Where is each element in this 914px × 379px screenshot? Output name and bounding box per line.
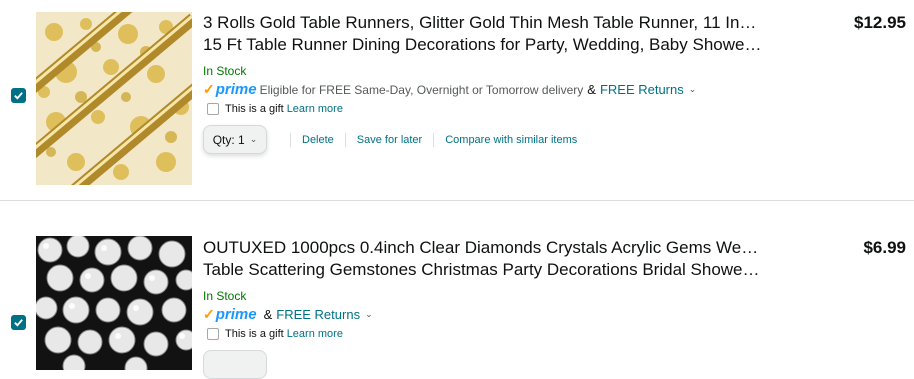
action-links: Delete Save for later Compare with simil… xyxy=(279,132,577,147)
product-image[interactable] xyxy=(36,236,192,370)
chevron-down-icon[interactable]: ⌄ xyxy=(689,84,697,95)
item-divider xyxy=(0,200,914,201)
save-for-later-link[interactable]: Save for later xyxy=(357,134,422,146)
separator xyxy=(290,132,291,147)
item-price: $12.95 xyxy=(854,13,906,32)
item-actions: Qty: 1 ⌄ Delete Save for later Compare w… xyxy=(203,125,577,154)
learn-more-link[interactable]: Learn more xyxy=(287,328,343,340)
product-title-line-1: OUTUXED 1000pcs 0.4inch Clear Diamonds C… xyxy=(203,238,763,257)
select-item-checkbox[interactable] xyxy=(11,88,26,103)
product-title-link[interactable]: OUTUXED 1000pcs 0.4inch Clear Diamonds C… xyxy=(203,237,763,281)
delete-link[interactable]: Delete xyxy=(302,134,334,146)
item-price: $6.99 xyxy=(863,238,906,257)
learn-more-link[interactable]: Learn more xyxy=(287,103,343,115)
gift-option: This is a gift Learn more xyxy=(207,328,343,340)
gift-checkbox[interactable] xyxy=(207,103,219,115)
chevron-down-icon: ⌄ xyxy=(249,134,258,144)
check-icon xyxy=(14,92,23,100)
separator xyxy=(433,132,435,147)
gift-label: This is a gift xyxy=(225,103,284,115)
gift-checkbox[interactable] xyxy=(207,328,219,340)
quantity-dropdown[interactable]: Qty: 1 ⌄ xyxy=(203,125,267,154)
cart-item: OUTUXED 1000pcs 0.4inch Clear Diamonds C… xyxy=(0,223,914,379)
prime-check-icon: ✓ xyxy=(203,81,215,97)
chevron-down-icon[interactable]: ⌄ xyxy=(365,309,373,320)
quantity-label: Qty: 1 xyxy=(212,132,245,147)
prime-logo: ✓ prime xyxy=(203,81,257,98)
product-title-line-1: 3 Rolls Gold Table Runners, Glitter Gold… xyxy=(203,13,763,32)
stock-status: In Stock xyxy=(203,289,247,303)
compare-similar-link[interactable]: Compare with similar items xyxy=(445,134,577,146)
free-returns-link[interactable]: FREE Returns xyxy=(600,82,684,97)
product-image[interactable] xyxy=(36,12,192,185)
quantity-dropdown[interactable] xyxy=(203,350,267,379)
delivery-eligibility-text: Eligible for FREE Same-Day, Overnight or… xyxy=(259,82,584,97)
product-title-line-2: Table Scattering Gemstones Christmas Par… xyxy=(203,260,763,279)
gift-label: This is a gift xyxy=(225,328,284,340)
cart-item: 3 Rolls Gold Table Runners, Glitter Gold… xyxy=(0,0,914,200)
gift-option: This is a gift Learn more xyxy=(207,103,343,115)
product-title-link[interactable]: 3 Rolls Gold Table Runners, Glitter Gold… xyxy=(203,12,763,56)
prime-delivery-row: ✓ prime Eligible for FREE Same-Day, Overn… xyxy=(203,81,696,98)
prime-delivery-row: ✓ prime & FREE Returns ⌄ xyxy=(203,306,373,323)
stock-status: In Stock xyxy=(203,64,247,78)
ampersand: & xyxy=(263,307,273,322)
prime-logo: ✓ prime xyxy=(203,306,257,323)
separator xyxy=(344,132,346,147)
free-returns-link[interactable]: FREE Returns xyxy=(276,307,360,322)
product-title-line-2: 15 Ft Table Runner Dining Decorations fo… xyxy=(203,35,763,54)
check-icon xyxy=(14,319,23,327)
select-item-checkbox[interactable] xyxy=(11,315,26,330)
prime-check-icon: ✓ xyxy=(203,306,215,322)
ampersand: & xyxy=(587,82,596,97)
